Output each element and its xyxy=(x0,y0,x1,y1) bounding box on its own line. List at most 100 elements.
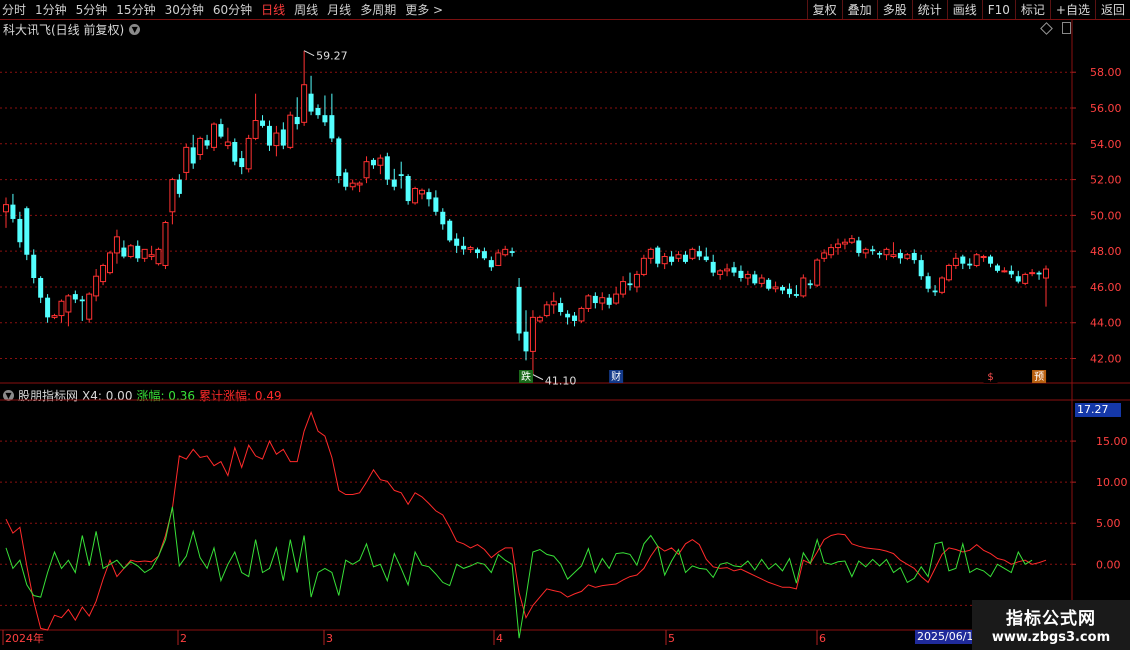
candle-body xyxy=(786,288,792,295)
candle-body xyxy=(65,295,72,313)
candle-body xyxy=(620,281,627,295)
candle-body xyxy=(322,115,328,123)
candle-body xyxy=(828,247,835,256)
candle-body xyxy=(329,115,335,139)
candle-body xyxy=(86,293,93,320)
candle-body xyxy=(592,295,598,304)
candle-body xyxy=(3,204,9,213)
candle-body xyxy=(848,238,855,243)
candle-body xyxy=(224,141,231,147)
low-pointer xyxy=(532,374,544,381)
candle-body xyxy=(793,294,799,296)
candle-body xyxy=(960,256,966,264)
candle-body xyxy=(426,192,432,200)
price-tick-label: 56.00 xyxy=(1090,102,1122,115)
candle-body xyxy=(155,248,162,265)
candle-body xyxy=(121,247,127,257)
candle-body xyxy=(1029,272,1036,275)
candle-body xyxy=(967,263,973,266)
candle-body xyxy=(939,277,945,293)
candle-body xyxy=(897,252,903,259)
candle-body xyxy=(58,300,65,317)
candle-body xyxy=(835,243,841,249)
candle-body xyxy=(280,129,286,146)
candle-body xyxy=(572,315,578,321)
candle-body xyxy=(412,188,419,204)
candle-body xyxy=(260,120,266,126)
candle-body xyxy=(245,137,252,170)
watermark-logo: 指标公式网 www.zbgs3.com xyxy=(972,600,1130,650)
candle-body xyxy=(183,146,190,173)
candle-body xyxy=(481,251,487,259)
candle-body xyxy=(440,211,446,225)
candle-body xyxy=(738,270,744,278)
candle-body xyxy=(675,254,682,259)
price-tick-label: 52.00 xyxy=(1090,174,1122,187)
candle-body xyxy=(384,156,390,180)
candle-body xyxy=(10,204,16,219)
candle-body xyxy=(113,236,120,254)
candle-body xyxy=(287,114,294,148)
current-date-label: 2025/06/1 xyxy=(915,630,976,644)
candle-body xyxy=(689,248,696,259)
candle-body xyxy=(814,259,821,286)
candle-body xyxy=(862,248,869,254)
candle-body xyxy=(1001,270,1008,273)
candle-body xyxy=(232,142,238,162)
candle-body xyxy=(523,331,529,352)
candle-body xyxy=(516,286,522,334)
candle-body xyxy=(218,124,224,137)
candle-body xyxy=(356,182,363,186)
indicator-tick-label: 10.00 xyxy=(1096,476,1128,489)
candle-body xyxy=(197,137,204,156)
candle-body xyxy=(148,254,155,258)
candle-body xyxy=(994,265,1000,271)
candle-body xyxy=(731,267,737,273)
candle-body xyxy=(502,248,509,256)
marker-yu: 预 xyxy=(1034,371,1044,383)
candle-body xyxy=(204,140,210,146)
candle-body xyxy=(169,179,176,213)
candle-body xyxy=(336,138,342,176)
candle-body xyxy=(127,245,134,258)
candle-body xyxy=(141,248,148,259)
daily-change-line xyxy=(5,506,1033,639)
stock-chart[interactable]: 58.0056.0054.0052.0050.0048.0046.0044.00… xyxy=(0,0,1130,650)
candle-body xyxy=(308,93,314,112)
candle-body xyxy=(405,176,411,202)
candle-body xyxy=(578,307,585,322)
candle-body xyxy=(391,179,397,187)
candle-body xyxy=(780,286,786,291)
time-label: 2024年 xyxy=(5,631,44,645)
candle-body xyxy=(661,256,668,265)
time-label: 3 xyxy=(326,632,333,645)
candle-body xyxy=(758,277,765,284)
low-annotation: 41.10 xyxy=(545,375,577,388)
candle-body xyxy=(38,278,44,298)
candle-body xyxy=(911,252,917,261)
candle-body xyxy=(669,256,675,262)
candle-body xyxy=(585,295,592,309)
candle-body xyxy=(24,208,30,255)
candle-body xyxy=(93,275,100,297)
candle-body xyxy=(696,251,702,257)
candle-body xyxy=(841,241,848,245)
candle-body xyxy=(273,132,280,147)
candle-body xyxy=(1008,270,1014,275)
candle-body xyxy=(710,261,716,273)
candle-body xyxy=(717,270,724,275)
candle-body xyxy=(821,252,828,259)
price-tick-label: 50.00 xyxy=(1090,209,1122,222)
candle-body xyxy=(363,161,370,179)
candle-body xyxy=(398,174,404,176)
candle-body xyxy=(640,257,647,275)
candle-body xyxy=(856,240,862,253)
candle-body xyxy=(807,283,813,286)
candle-body xyxy=(433,197,439,212)
candle-body xyxy=(474,249,480,253)
price-tick-label: 46.00 xyxy=(1090,281,1122,294)
candle-body xyxy=(31,254,37,278)
candle-body xyxy=(752,274,758,284)
candle-body xyxy=(79,299,85,302)
candle-body xyxy=(461,245,467,250)
